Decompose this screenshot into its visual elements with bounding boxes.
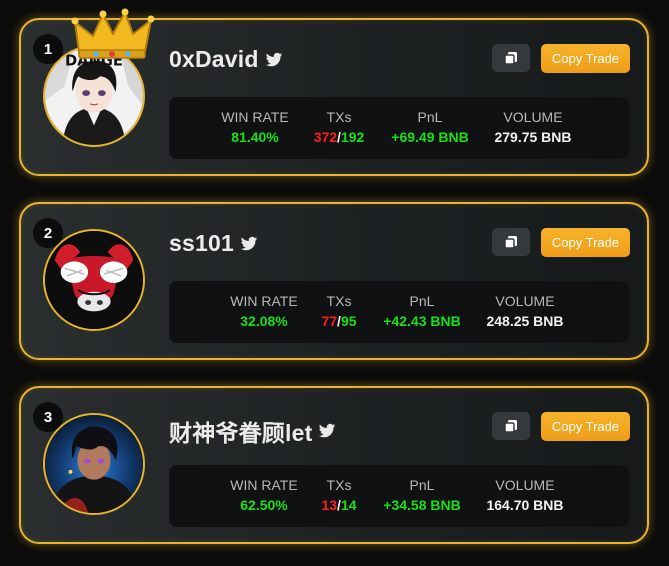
pnl-label: PnL — [409, 477, 435, 493]
win-rate-label: WIN RATE — [230, 293, 298, 309]
win-rate-value: 62.50% — [240, 497, 288, 513]
trader-name-row: 财神爷眷顾let — [169, 414, 336, 448]
trader-name[interactable]: 财神爷眷顾let — [169, 414, 312, 448]
trader-card-3: 3 财神爷眷顾let Copy Trade WIN RATE 62.50% TX… — [19, 386, 649, 544]
stat-pnl: PnL +69.49 BNB — [391, 109, 468, 145]
txs-wins: 95 — [340, 313, 357, 329]
pnl-value: +34.58 BNB — [383, 497, 461, 513]
win-rate-label: WIN RATE — [221, 109, 289, 125]
avatar[interactable] — [43, 413, 145, 515]
volume-label: VOLUME — [495, 477, 555, 493]
pnl-label: PnL — [417, 109, 443, 125]
copy-icon — [504, 236, 517, 249]
avatar[interactable] — [43, 229, 145, 331]
rank-badge: 2 — [33, 218, 63, 248]
volume-value: 248.25 BNB — [486, 313, 564, 329]
twitter-icon[interactable] — [265, 51, 283, 69]
trader-name-row: ss101 — [169, 230, 258, 257]
copy-trade-button[interactable]: Copy Trade — [541, 412, 630, 441]
txs-label: TXs — [326, 109, 352, 125]
trader-name[interactable]: 0xDavid — [169, 46, 259, 73]
copy-icon — [504, 52, 517, 65]
txs-value: 77/95 — [321, 313, 356, 329]
twitter-icon[interactable] — [318, 422, 336, 440]
trader-name[interactable]: ss101 — [169, 230, 234, 257]
stats-panel: WIN RATE 32.08% TXs 77/95 PnL +42.43 BNB… — [169, 281, 629, 343]
stat-txs: TXs 372/192 — [314, 109, 365, 145]
volume-value: 164.70 BNB — [486, 497, 564, 513]
stat-pnl: PnL +34.58 BNB — [383, 477, 460, 513]
stat-win-rate: WIN RATE 81.40% — [221, 109, 288, 145]
stat-volume: VOLUME 248.25 BNB — [486, 293, 563, 329]
copy-address-button[interactable] — [492, 228, 530, 256]
avatar-bull-image — [45, 231, 143, 329]
pnl-value: +69.49 BNB — [391, 129, 469, 145]
trader-card-2: 2 ss101 Copy Trade WIN RATE 32.08% TXs 7… — [19, 202, 649, 360]
trader-name-row: 0xDavid — [169, 46, 283, 73]
txs-losses: 372 — [313, 129, 338, 145]
copy-trade-button[interactable]: Copy Trade — [541, 228, 630, 257]
txs-label: TXs — [326, 477, 352, 493]
txs-losses: 13 — [321, 497, 338, 513]
txs-wins: 192 — [340, 129, 365, 145]
win-rate-value: 32.08% — [240, 313, 288, 329]
copy-trade-button[interactable]: Copy Trade — [541, 44, 630, 73]
volume-label: VOLUME — [495, 293, 555, 309]
twitter-icon[interactable] — [240, 235, 258, 253]
volume-label: VOLUME — [503, 109, 563, 125]
pnl-value: +42.43 BNB — [383, 313, 461, 329]
txs-wins: 14 — [340, 497, 357, 513]
win-rate-value: 81.40% — [231, 129, 279, 145]
rank-badge: 1 — [33, 34, 63, 64]
stat-win-rate: WIN RATE 62.50% — [230, 477, 297, 513]
volume-value: 279.75 BNB — [494, 129, 572, 145]
win-rate-label: WIN RATE — [230, 477, 298, 493]
stats-panel: WIN RATE 62.50% TXs 13/14 PnL +34.58 BNB… — [169, 465, 629, 527]
txs-label: TXs — [326, 293, 352, 309]
crown-icon — [71, 8, 155, 59]
copy-address-button[interactable] — [492, 412, 530, 440]
rank-badge: 3 — [33, 402, 63, 432]
stats-panel: WIN RATE 81.40% TXs 372/192 PnL +69.49 B… — [169, 97, 629, 159]
stat-pnl: PnL +42.43 BNB — [383, 293, 460, 329]
stat-txs: TXs 77/95 — [321, 293, 356, 329]
stat-txs: TXs 13/14 — [321, 477, 356, 513]
stat-volume: VOLUME 164.70 BNB — [486, 477, 563, 513]
copy-icon — [504, 420, 517, 433]
trader-card-1: 1 DANGE 0xDavid Copy Trade WIN RATE 81.4… — [19, 8, 649, 176]
avatar-dark-hero-image — [45, 415, 143, 513]
txs-value: 372/192 — [314, 129, 365, 145]
txs-losses: 77 — [321, 313, 338, 329]
pnl-label: PnL — [409, 293, 435, 309]
stat-volume: VOLUME 279.75 BNB — [494, 109, 571, 145]
stat-win-rate: WIN RATE 32.08% — [230, 293, 297, 329]
txs-value: 13/14 — [321, 497, 356, 513]
copy-address-button[interactable] — [492, 44, 530, 72]
